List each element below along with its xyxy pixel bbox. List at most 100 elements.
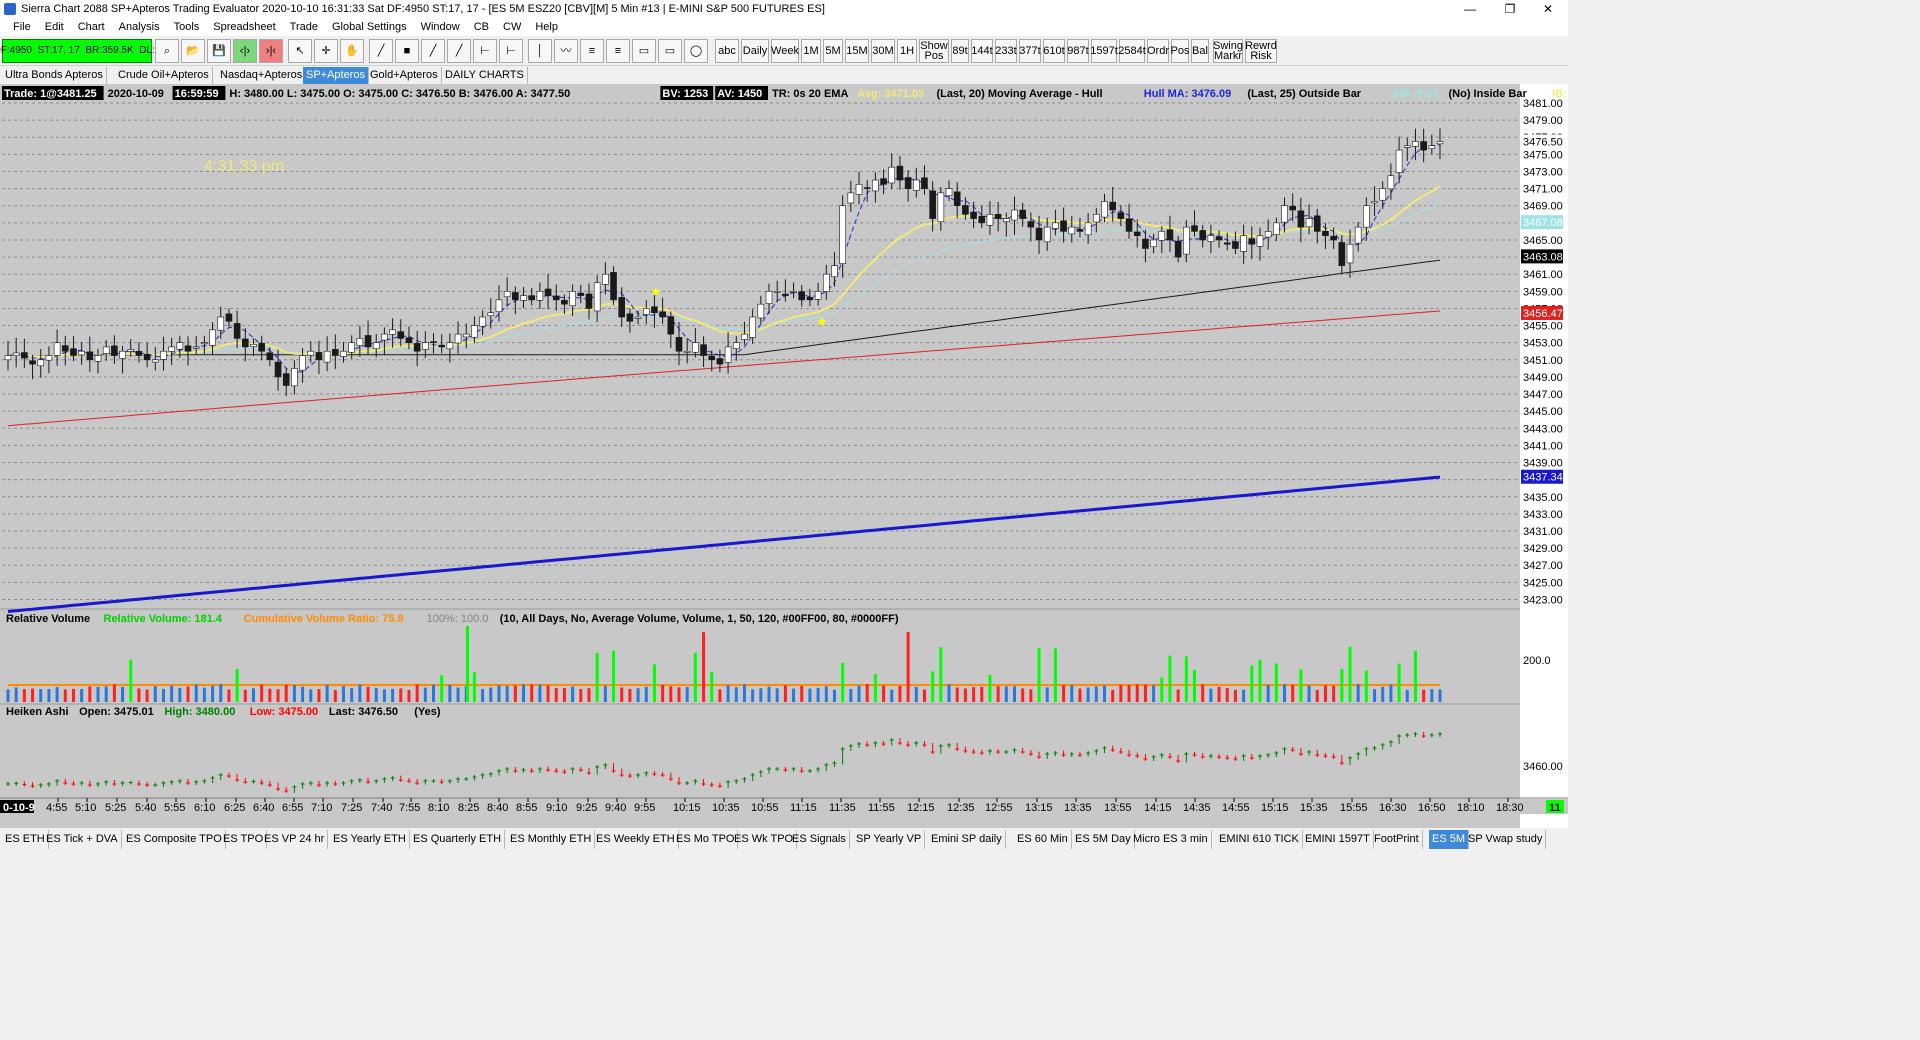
- fib-icon[interactable]: ≡: [580, 39, 604, 63]
- tab-sp-apteros[interactable]: SP+Apteros: [303, 67, 370, 84]
- relvol-bar: [1119, 684, 1123, 702]
- chart-ordr-button[interactable]: Ordr: [1147, 39, 1169, 63]
- timeframe-1m-button[interactable]: 1M: [801, 39, 821, 63]
- vline-icon[interactable]: │: [528, 39, 552, 63]
- price-chart[interactable]: 3481.003479.003477.003475.003473.003471.…: [0, 84, 1568, 828]
- tab-emini-610-tick[interactable]: EMINI 610 TICK: [1216, 830, 1303, 849]
- tab-emini-sp-daily[interactable]: Emini SP daily: [928, 830, 1006, 849]
- reward-risk-button[interactable]: Rewrd Risk: [1245, 39, 1277, 63]
- chart-377t-button[interactable]: 377t: [1019, 39, 1041, 63]
- menu-cw[interactable]: CW: [496, 21, 528, 33]
- tab-es-mo-tpo[interactable]: ES Mo TPO: [673, 830, 739, 849]
- chart-610t-button[interactable]: 610t: [1043, 39, 1065, 63]
- timeframe-30m-button[interactable]: 30M: [871, 39, 895, 63]
- relvol-bar: [898, 685, 902, 702]
- scroll-left-icon[interactable]: ‹|›: [233, 39, 257, 63]
- maximize-button[interactable]: ❐: [1490, 0, 1530, 18]
- menu-edit[interactable]: Edit: [38, 21, 71, 33]
- relvol-bar: [1045, 687, 1049, 702]
- chart-bal-button[interactable]: Bal: [1191, 39, 1209, 63]
- ellipse-icon[interactable]: ◯: [684, 39, 708, 63]
- candle-body: [1142, 238, 1149, 249]
- save-icon[interactable]: 💾: [207, 39, 231, 63]
- open-icon[interactable]: 📂: [181, 39, 205, 63]
- tab-es-monthly-eth[interactable]: ES Monthly ETH: [507, 830, 596, 849]
- crosshair-icon[interactable]: ✛: [314, 39, 338, 63]
- menu-file[interactable]: File: [6, 21, 38, 33]
- candle-body: [364, 335, 372, 348]
- hline-icon[interactable]: ⊢: [473, 39, 497, 63]
- menu-help[interactable]: Help: [528, 21, 565, 33]
- menu-spreadsheet[interactable]: Spreadsheet: [206, 21, 282, 33]
- wave-icon[interactable]: 〰: [554, 39, 578, 63]
- show-pos-button[interactable]: Show Pos: [919, 39, 949, 63]
- tab-es-5m-day[interactable]: ES 5M Day: [1072, 830, 1135, 849]
- line-icon[interactable]: ╱: [369, 39, 393, 63]
- menu-tools[interactable]: Tools: [167, 21, 207, 33]
- chart-89t-button[interactable]: 89t: [951, 39, 969, 63]
- candle-body: [708, 355, 716, 361]
- menu-window[interactable]: Window: [414, 21, 467, 33]
- scroll-right-icon[interactable]: ›|‹: [259, 39, 283, 63]
- relvol-bar: [1373, 689, 1377, 702]
- tab-es-tick-dva[interactable]: ES Tick + DVA: [43, 830, 122, 849]
- chart-2584t-button[interactable]: 2584t: [1118, 39, 1146, 63]
- minimize-button[interactable]: —: [1450, 0, 1490, 18]
- chart-area[interactable]: 3481.003479.003477.003475.003473.003471.…: [0, 84, 1568, 828]
- menu-trade[interactable]: Trade: [283, 21, 325, 33]
- close-button[interactable]: ✕: [1528, 0, 1568, 18]
- tab-es-eth[interactable]: ES ETH: [2, 830, 49, 849]
- square-icon[interactable]: ■: [395, 39, 419, 63]
- rect-icon[interactable]: ▭: [632, 39, 656, 63]
- tab-sp-vwap-study[interactable]: SP Vwap study: [1465, 830, 1547, 849]
- chart-987t-button[interactable]: 987t: [1067, 39, 1089, 63]
- tab-es-vp-24-hr[interactable]: ES VP 24 hr: [261, 830, 329, 849]
- tab-gold-apteros[interactable]: Gold+Apteros: [367, 67, 442, 84]
- es-search-icon[interactable]: ⌕: [155, 39, 179, 63]
- fib2-icon[interactable]: ≡: [606, 39, 630, 63]
- hline2-icon[interactable]: ⊢: [499, 39, 523, 63]
- tab-es-quarterly-eth[interactable]: ES Quarterly ETH: [410, 830, 506, 849]
- tab-daily-charts[interactable]: DAILY CHARTS: [442, 67, 528, 84]
- tab-micro-es-3-min[interactable]: Micro ES 3 min: [1130, 830, 1212, 849]
- tab-crude-oil-apteros[interactable]: Crude Oil+Apteros: [115, 67, 213, 84]
- menu-global-settings[interactable]: Global Settings: [325, 21, 414, 33]
- timeframe-1h-button[interactable]: 1H: [897, 39, 917, 63]
- menu-analysis[interactable]: Analysis: [112, 21, 167, 33]
- tab-es-yearly-eth[interactable]: ES Yearly ETH: [330, 830, 410, 849]
- tab-es-wk-tpo[interactable]: ES Wk TPO: [731, 830, 798, 849]
- ray-icon[interactable]: ╱: [421, 39, 445, 63]
- ray2-icon[interactable]: ╱: [447, 39, 471, 63]
- timeframe-15m-button[interactable]: 15M: [845, 39, 869, 63]
- tab-footprint[interactable]: FootPrint: [1371, 830, 1423, 849]
- relvol-bar: [366, 686, 370, 702]
- tab-ultra-bonds-apteros[interactable]: Ultra Bonds Apteros: [2, 67, 107, 84]
- tab-es-5m[interactable]: ES 5M: [1429, 830, 1470, 849]
- chart-pos-button[interactable]: Pos: [1171, 39, 1189, 63]
- tab-emini-1597t[interactable]: EMINI 1597T: [1302, 830, 1374, 849]
- relvol-bar: [284, 684, 288, 702]
- channel-icon[interactable]: ▭: [658, 39, 682, 63]
- tab-es-weekly-eth[interactable]: ES Weekly ETH: [593, 830, 679, 849]
- timeframe-week-button[interactable]: Week: [771, 39, 799, 63]
- timeframe-5m-button[interactable]: 5M: [823, 39, 843, 63]
- tab-es-composite-tpo[interactable]: ES Composite TPO: [123, 830, 226, 849]
- cursor-icon[interactable]: ↖: [288, 39, 312, 63]
- relvol-bar: [841, 662, 845, 702]
- candle-body: [1371, 201, 1378, 204]
- tab-sp-yearly-vp[interactable]: SP Yearly VP: [853, 830, 926, 849]
- chart-144t-button[interactable]: 144t: [971, 39, 993, 63]
- chart-1597t-button[interactable]: 1597t: [1090, 39, 1118, 63]
- menu-cb[interactable]: CB: [467, 21, 496, 33]
- tab-es-60-min[interactable]: ES 60 Min: [1014, 830, 1072, 849]
- text-tool-button[interactable]: abc: [715, 39, 739, 63]
- chart-233t-button[interactable]: 233t: [995, 39, 1017, 63]
- tab-es-signals[interactable]: ES Signals: [789, 830, 850, 849]
- timeframe-daily-button[interactable]: Daily: [741, 39, 769, 63]
- swing-marker-button[interactable]: Swing Markr: [1213, 39, 1243, 63]
- hand-icon[interactable]: ✋: [340, 39, 364, 63]
- tab-nasdaq-apteros[interactable]: Nasdaq+Apteros: [217, 67, 307, 84]
- candle-body: [86, 351, 94, 361]
- relvol-bar: [669, 686, 673, 702]
- menu-chart[interactable]: Chart: [71, 21, 112, 33]
